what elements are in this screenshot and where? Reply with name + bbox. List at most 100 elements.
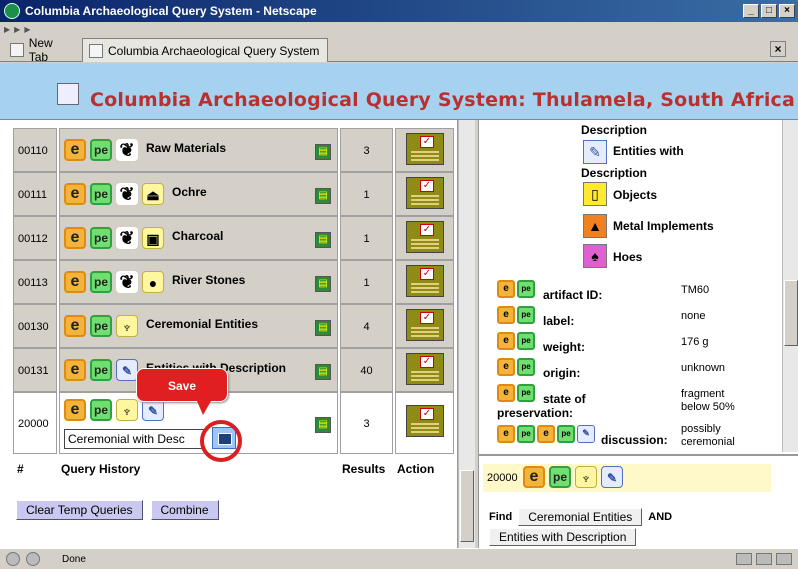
left-scrollbar[interactable] bbox=[458, 120, 475, 548]
e-icon[interactable]: e bbox=[64, 271, 86, 293]
tree-label[interactable]: Description bbox=[581, 166, 647, 180]
results-count[interactable]: 40 bbox=[340, 348, 393, 392]
e-icon[interactable]: e bbox=[64, 183, 86, 205]
e-icon[interactable]: e bbox=[523, 466, 545, 488]
right-scrollbar[interactable] bbox=[782, 120, 798, 452]
clear-temp-queries-button[interactable]: Clear Temp Queries bbox=[16, 500, 143, 520]
select-action-button[interactable]: ✓ bbox=[406, 405, 444, 437]
ceremonial-icon[interactable]: ♆ bbox=[116, 315, 138, 337]
edit-query-icon[interactable]: ▤ bbox=[315, 232, 331, 248]
select-action-button[interactable]: ✓ bbox=[406, 265, 444, 297]
edit-query-icon[interactable]: ▤ bbox=[315, 276, 331, 292]
charcoal-icon[interactable]: ▣ bbox=[142, 227, 164, 249]
select-action-button[interactable]: ✓ bbox=[406, 177, 444, 209]
tree-label[interactable]: Hoes bbox=[613, 250, 642, 264]
status-bar: Done bbox=[0, 548, 798, 569]
e-icon[interactable]: e bbox=[64, 399, 86, 421]
pe-icon[interactable]: pe bbox=[90, 315, 112, 337]
edit-query-icon[interactable]: ▤ bbox=[315, 417, 331, 433]
metal-implements-icon[interactable]: ▲ bbox=[583, 214, 607, 238]
pe-icon[interactable]: pe bbox=[517, 384, 535, 402]
edit-query-icon[interactable]: ▤ bbox=[315, 188, 331, 204]
description-book-icon[interactable]: ✎ bbox=[116, 359, 138, 381]
find-term-button[interactable]: Ceremonial Entities bbox=[518, 508, 643, 526]
select-action-button[interactable]: ✓ bbox=[406, 221, 444, 253]
leaf-icon[interactable]: ❦ bbox=[116, 183, 138, 205]
tree-label[interactable]: Entities with bbox=[613, 144, 684, 158]
minimize-button[interactable]: _ bbox=[743, 4, 759, 18]
e-icon[interactable]: e bbox=[497, 425, 515, 443]
e-icon[interactable]: e bbox=[64, 139, 86, 161]
select-action-button[interactable]: ✓ bbox=[406, 133, 444, 165]
e-icon[interactable]: e bbox=[497, 306, 515, 324]
close-tab-button[interactable]: × bbox=[770, 41, 786, 57]
pe-icon[interactable]: pe bbox=[90, 399, 112, 421]
security-icon[interactable] bbox=[26, 552, 40, 566]
leaf-icon[interactable]: ❦ bbox=[116, 271, 138, 293]
select-action-button[interactable]: ✓ bbox=[406, 353, 444, 385]
tree-label[interactable]: Objects bbox=[613, 188, 657, 202]
lock-icon[interactable] bbox=[776, 553, 792, 565]
description-book-icon[interactable]: ✎ bbox=[577, 425, 595, 443]
pe-icon[interactable]: pe bbox=[517, 306, 535, 324]
description-book-icon[interactable]: ✎ bbox=[583, 140, 607, 164]
grip-icon[interactable]: ▶ bbox=[24, 25, 30, 34]
pe-icon[interactable]: pe bbox=[517, 280, 535, 298]
e-icon[interactable]: e bbox=[497, 384, 515, 402]
results-count[interactable]: 3 bbox=[340, 128, 393, 172]
e-icon[interactable]: e bbox=[497, 280, 515, 298]
scroll-thumb[interactable] bbox=[460, 470, 474, 542]
grip-icon[interactable]: ▶ bbox=[4, 25, 10, 34]
results-count[interactable]: 1 bbox=[340, 260, 393, 304]
e-icon[interactable]: e bbox=[64, 315, 86, 337]
tab-new-tab[interactable]: New Tab bbox=[4, 36, 80, 64]
river-stones-icon[interactable]: ● bbox=[142, 271, 164, 293]
pe-icon[interactable]: pe bbox=[517, 425, 535, 443]
e-icon[interactable]: e bbox=[64, 227, 86, 249]
pe-icon[interactable]: pe bbox=[517, 358, 535, 376]
combine-button[interactable]: Combine bbox=[150, 500, 219, 520]
edit-query-icon[interactable]: ▤ bbox=[315, 320, 331, 336]
close-button[interactable]: × bbox=[779, 4, 795, 18]
results-count[interactable]: 1 bbox=[340, 216, 393, 260]
e-icon[interactable]: e bbox=[497, 358, 515, 376]
pe-icon[interactable]: pe bbox=[90, 271, 112, 293]
results-count[interactable]: 4 bbox=[340, 304, 393, 348]
pe-icon[interactable]: pe bbox=[90, 183, 112, 205]
objects-icon[interactable]: ▯ bbox=[583, 182, 607, 206]
results-count[interactable]: 1 bbox=[340, 172, 393, 216]
pe-icon[interactable]: pe bbox=[90, 359, 112, 381]
ceremonial-icon[interactable]: ♆ bbox=[575, 466, 597, 488]
query-id: 00112 bbox=[13, 216, 57, 260]
pe-icon[interactable]: pe bbox=[549, 466, 571, 488]
maximize-button[interactable]: □ bbox=[761, 4, 777, 18]
pe-icon[interactable]: pe bbox=[90, 139, 112, 161]
leaf-icon[interactable]: ❦ bbox=[116, 139, 138, 161]
leaf-icon[interactable]: ❦ bbox=[116, 227, 138, 249]
pe-icon[interactable]: pe bbox=[557, 425, 575, 443]
detail-value: unknown bbox=[681, 362, 726, 374]
description-book-icon[interactable]: ✎ bbox=[142, 399, 164, 421]
tree-label[interactable]: Metal Implements bbox=[613, 219, 714, 233]
e-icon[interactable]: e bbox=[497, 332, 515, 350]
query-row: 00113 e pe ❦ ● River Stones ▤ 1 ✓ bbox=[13, 260, 454, 304]
select-action-button[interactable]: ✓ bbox=[406, 309, 444, 341]
pe-icon[interactable]: pe bbox=[90, 227, 112, 249]
find-term-button[interactable]: Entities with Description bbox=[489, 528, 637, 546]
results-count[interactable]: 3 bbox=[340, 392, 393, 454]
ceremonial-icon[interactable]: ♆ bbox=[116, 399, 138, 421]
pe-icon[interactable]: pe bbox=[517, 332, 535, 350]
query-name-input[interactable] bbox=[64, 429, 204, 449]
e-icon[interactable]: e bbox=[64, 359, 86, 381]
popup-icon[interactable] bbox=[756, 553, 772, 565]
hoes-icon[interactable]: ♠ bbox=[583, 244, 607, 268]
ochre-pot-icon[interactable]: ⏏ bbox=[142, 183, 164, 205]
tab-query-system[interactable]: Columbia Archaeological Query System bbox=[82, 38, 328, 62]
description-book-icon[interactable]: ✎ bbox=[601, 466, 623, 488]
e-icon[interactable]: e bbox=[537, 425, 555, 443]
grip-icon[interactable]: ▶ bbox=[14, 25, 20, 34]
edit-query-icon[interactable]: ▤ bbox=[315, 144, 331, 160]
status-text: Done bbox=[62, 553, 86, 565]
edit-query-icon[interactable]: ▤ bbox=[315, 364, 331, 380]
scroll-thumb[interactable] bbox=[784, 280, 798, 346]
